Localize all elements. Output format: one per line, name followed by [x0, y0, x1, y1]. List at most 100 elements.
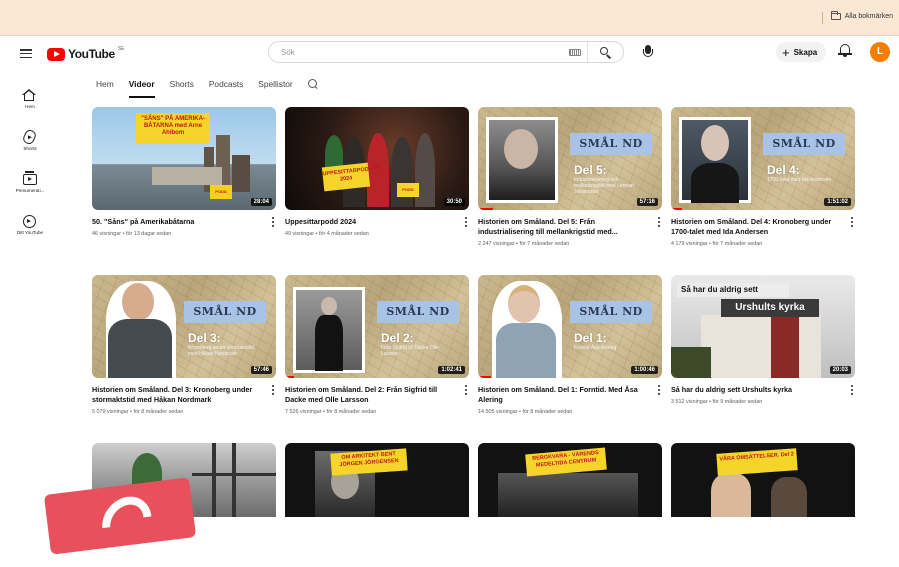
- video-thumbnail[interactable]: VÅRA OMSÄTTELSER. Del 2: [671, 443, 855, 517]
- tab-home[interactable]: Hem: [96, 72, 114, 100]
- sidebar-item-home[interactable]: Hem: [0, 80, 60, 120]
- video-card[interactable]: "SÅNS" PÅ AMERIKA-BÅTARNA med Arne Ahlbo…: [92, 107, 276, 237]
- tab-videos[interactable]: Videor: [128, 72, 155, 100]
- thumbnail-caption: "SÅNS" PÅ AMERIKA-BÅTARNA med Arne Ahlbo…: [136, 113, 210, 143]
- video-thumbnail[interactable]: BERGKVARA - VÄRENDS MEDELTIDA CENTRUM: [478, 443, 662, 517]
- logo-text: YouTube: [68, 47, 115, 61]
- more-options-icon[interactable]: [270, 385, 276, 395]
- more-options-icon[interactable]: [463, 385, 469, 395]
- video-title[interactable]: Historien om Småland. Del 5: Från indust…: [478, 217, 648, 237]
- more-options-icon[interactable]: [849, 385, 855, 395]
- video-title[interactable]: Uppesittarpodd 2024: [285, 217, 455, 227]
- sidebar-item-subscriptions[interactable]: Prenumerati...: [0, 164, 60, 204]
- watch-progress: [285, 376, 295, 378]
- sidebar-item-you[interactable]: Ditt YouTube: [0, 206, 60, 246]
- video-title[interactable]: Historien om Småland. Del 1: Forntid. Me…: [478, 385, 648, 405]
- thumbnail-subtitle: Forntid Åsa Alering: [574, 345, 617, 351]
- thumbnail-episode: Del 1:: [574, 331, 607, 345]
- youtube-logo[interactable]: YouTube SE: [47, 46, 125, 61]
- video-meta: 49 visningar • för 4 månader sedan: [285, 231, 369, 237]
- search-box: [268, 41, 624, 63]
- sidebar: Hem Shorts Prenumerati... Ditt YouTube: [0, 72, 60, 517]
- bookmarks-separator: [822, 12, 823, 24]
- video-thumbnail[interactable]: SMÅL ND Del 4: 1700-talet med Ida Anders…: [671, 107, 855, 210]
- video-duration: 30:50: [443, 198, 465, 206]
- video-title[interactable]: Historien om Småland. Del 3: Kronoberg u…: [92, 385, 262, 405]
- sidebar-item-label: Shorts: [23, 146, 37, 151]
- video-title[interactable]: Historien om Småland. Del 2: Från Sigfri…: [285, 385, 455, 405]
- video-title[interactable]: 50. "Såns" på Amerikabåtarna: [92, 217, 262, 227]
- tab-podcasts[interactable]: Podcasts: [209, 72, 243, 100]
- thumbnail-caption: OM ARKITEKT BENT JÖRGEN JÖRGENSEN: [330, 448, 408, 476]
- video-duration: 1:51:02: [824, 198, 851, 206]
- all-bookmarks-button[interactable]: Alla bokmärken: [830, 11, 893, 20]
- video-meta: 2 247 visningar • för 7 månader sedan: [478, 241, 570, 247]
- voice-search-button[interactable]: [640, 44, 656, 60]
- home-icon: [22, 89, 36, 101]
- video-meta: 4 179 visningar • för 7 månader sedan: [671, 241, 763, 247]
- notifications-button[interactable]: [838, 43, 852, 59]
- tab-shorts[interactable]: Shorts: [170, 72, 194, 100]
- search-divider: [587, 42, 588, 62]
- video-duration: 28:04: [250, 198, 272, 206]
- video-thumbnail[interactable]: "SÅNS" PÅ AMERIKA-BÅTARNA med Arne Ahlbo…: [92, 107, 276, 210]
- video-thumbnail[interactable]: Så har du aldrig sett Urshults kyrka 20:…: [671, 275, 855, 378]
- menu-icon[interactable]: [20, 49, 32, 58]
- folder-icon: [830, 11, 841, 20]
- video-card[interactable]: SMÅL ND Del 3: Kronoberg under stormakts…: [92, 275, 276, 415]
- watch-progress: [478, 376, 491, 378]
- sidebar-item-shorts[interactable]: Shorts: [0, 122, 60, 162]
- thumbnail-caption: VÅRA OMSÄTTELSER. Del 2: [716, 448, 798, 476]
- more-options-icon[interactable]: [656, 217, 662, 227]
- create-button[interactable]: + Skapa: [776, 42, 827, 62]
- video-duration: 57:46: [250, 366, 272, 374]
- more-options-icon[interactable]: [463, 217, 469, 227]
- podcast-badge: PODD: [210, 185, 232, 199]
- video-duration: 20:03: [829, 366, 851, 374]
- video-card[interactable]: SMÅL ND Del 1: Forntid Åsa Alering 1:00:…: [478, 275, 662, 415]
- avatar[interactable]: L: [870, 42, 890, 62]
- video-title[interactable]: Så har du aldrig sett Urshults kyrka: [671, 385, 841, 395]
- thumbnail-subtitle: Kronoberg under stormaktstid med Håkan N…: [188, 345, 254, 357]
- video-thumbnail[interactable]: SMÅL ND Del 1: Forntid Åsa Alering 1:00:…: [478, 275, 662, 378]
- video-card[interactable]: BERGKVARA - VÄRENDS MEDELTIDA CENTRUM: [478, 443, 662, 517]
- smaland-logo: SMÅL ND: [570, 133, 652, 155]
- video-duration: 1:00:46: [631, 366, 658, 374]
- video-duration: 1:02:41: [438, 366, 465, 374]
- search-input[interactable]: [269, 42, 549, 63]
- video-card[interactable]: Så har du aldrig sett Urshults kyrka 20:…: [671, 275, 855, 405]
- video-card[interactable]: SMÅL ND Del 5: Industrialisering och mel…: [478, 107, 662, 247]
- thumbnail-episode: Del 3:: [188, 331, 221, 345]
- video-card[interactable]: UPPESITTARPODDEN 2024 PODD 30:50 Uppesit…: [285, 107, 469, 237]
- subscriptions-icon: [23, 171, 37, 185]
- video-thumbnail[interactable]: SMÅL ND Del 2: Från Sigfrid till Dacke O…: [285, 275, 469, 378]
- watch-progress: [671, 208, 683, 210]
- video-thumbnail[interactable]: OM ARKITEKT BENT JÖRGEN JÖRGENSEN: [285, 443, 469, 517]
- sidebar-item-label: Prenumerati...: [15, 188, 45, 193]
- search-button[interactable]: [599, 46, 612, 59]
- video-card[interactable]: SMÅL ND Del 2: Från Sigfrid till Dacke O…: [285, 275, 469, 415]
- channel-search-icon[interactable]: [307, 79, 318, 89]
- video-thumbnail[interactable]: SMÅL ND Del 5: Industrialisering och mel…: [478, 107, 662, 210]
- video-card[interactable]: SMÅL ND Del 4: 1700-talet med Ida Anders…: [671, 107, 855, 247]
- tab-playlists[interactable]: Spellistor: [258, 72, 292, 100]
- more-options-icon[interactable]: [849, 217, 855, 227]
- smaland-logo: SMÅL ND: [377, 301, 459, 323]
- more-options-icon[interactable]: [270, 217, 276, 227]
- overlay-sticker: [43, 477, 197, 555]
- video-duration: 57:16: [636, 198, 658, 206]
- thumbnail-subtitle: Från Sigfrid till Dacke Olle Larsson: [381, 345, 439, 357]
- video-meta: 46 visningar • för 13 dagar sedan: [92, 231, 172, 237]
- video-card[interactable]: VÅRA OMSÄTTELSER. Del 2: [671, 443, 855, 517]
- keyboard-icon[interactable]: [569, 49, 581, 56]
- thumbnail-caption: Så har du aldrig sett: [677, 283, 789, 297]
- more-options-icon[interactable]: [656, 385, 662, 395]
- video-card[interactable]: OM ARKITEKT BENT JÖRGEN JÖRGENSEN: [285, 443, 469, 517]
- video-thumbnail[interactable]: UPPESITTARPODDEN 2024 PODD 30:50: [285, 107, 469, 210]
- video-thumbnail[interactable]: SMÅL ND Del 3: Kronoberg under stormakts…: [92, 275, 276, 378]
- watch-progress: [478, 208, 493, 210]
- video-meta: 5 079 visningar • för 8 månader sedan: [92, 409, 184, 415]
- video-title[interactable]: Historien om Småland. Del 4: Kronoberg u…: [671, 217, 841, 237]
- video-meta: 7 526 visningar • för 8 månader sedan: [285, 409, 377, 415]
- logo-region: SE: [117, 46, 125, 52]
